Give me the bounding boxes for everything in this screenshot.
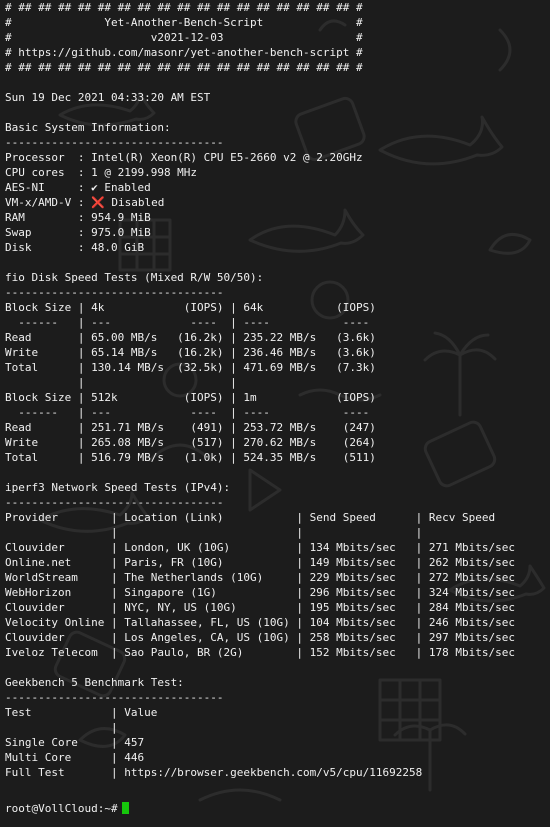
- section-title-geekbench: Geekbench 5 Benchmark Test:: [5, 676, 184, 689]
- geekbench-table-spacer: |: [5, 721, 118, 734]
- fio-table-spacer: | |: [5, 376, 237, 389]
- iperf-table-spacer: | | |: [5, 526, 423, 539]
- iperf-table-row: Iveloz Telecom | Sao Paulo, BR (2G) | 15…: [5, 646, 515, 659]
- section-title-fio: fio Disk Speed Tests (Mixed R/W 50/50):: [5, 271, 264, 284]
- ram-line: RAM : 954.9 MiB: [5, 211, 151, 224]
- processor-line: Processor : Intel(R) Xeon(R) CPU E5-2660…: [5, 151, 363, 164]
- fio-table-row: Write | 265.08 MB/s (517) | 270.62 MB/s …: [5, 436, 376, 449]
- disk-line: Disk : 48.0 GiB: [5, 241, 145, 254]
- separator-line: ---------------------------------: [5, 496, 224, 509]
- iperf-table-row: Online.net | Paris, FR (10G) | 149 Mbits…: [5, 556, 515, 569]
- vmx-line: VM-x/AMD-V : ❌ Disabled: [5, 196, 165, 209]
- separator-line: ---------------------------------: [5, 286, 224, 299]
- terminal-line: # https://github.com/masonr/yet-another-…: [5, 46, 363, 59]
- iperf-table-row: WorldStream | The Netherlands (10G) | 22…: [5, 571, 515, 584]
- geekbench-table-row: Multi Core | 446: [5, 751, 145, 764]
- aes-ni-line: AES-NI : ✔ Enabled: [5, 181, 151, 194]
- separator-line: ---------------------------------: [5, 136, 224, 149]
- iperf-table-row: Clouvider | NYC, NY, US (10G) | 195 Mbit…: [5, 601, 515, 614]
- fio-table-row: Total | 516.79 MB/s (1.0k) | 524.35 MB/s…: [5, 451, 376, 464]
- iperf-table-row: WebHorizon | Singapore (1G) | 296 Mbits/…: [5, 586, 515, 599]
- terminal-line: # Yet-Another-Bench-Script #: [5, 16, 363, 29]
- terminal-line: # ## ## ## ## ## ## ## ## ## ## ## ## ##…: [5, 61, 363, 74]
- geekbench-table-row: Single Core | 457: [5, 736, 145, 749]
- shell-prompt-line[interactable]: root@VollCloud:~#: [5, 801, 515, 816]
- terminal-window[interactable]: # ## ## ## ## ## ## ## ## ## ## ## ## ##…: [0, 0, 550, 827]
- fio-table-rule: ------ | --- ---- | ---- ----: [5, 316, 370, 329]
- date-line: Sun 19 Dec 2021 04:33:20 AM EST: [5, 91, 211, 104]
- iperf-table-row: Clouvider | London, UK (10G) | 134 Mbits…: [5, 541, 515, 554]
- separator-line: ---------------------------------: [5, 691, 224, 704]
- section-title-system-info: Basic System Information:: [5, 121, 171, 134]
- geekbench-table-header: Test | Value: [5, 706, 158, 719]
- fio-table-header: Block Size | 512k (IOPS) | 1m (IOPS): [5, 391, 376, 404]
- fio-table-header: Block Size | 4k (IOPS) | 64k (IOPS): [5, 301, 376, 314]
- fio-table-rule: ------ | --- ---- | ---- ----: [5, 406, 370, 419]
- fio-table-row: Read | 251.71 MB/s (491) | 253.72 MB/s (…: [5, 421, 376, 434]
- cpu-cores-line: CPU cores : 1 @ 2199.998 MHz: [5, 166, 198, 179]
- terminal-line: # v2021-12-03 #: [5, 31, 363, 44]
- terminal-output: # ## ## ## ## ## ## ## ## ## ## ## ## ##…: [5, 0, 515, 816]
- fio-table-row: Write | 65.14 MB/s (16.2k) | 236.46 MB/s…: [5, 346, 376, 359]
- shell-prompt: root@VollCloud:~#: [5, 802, 118, 815]
- swap-line: Swap : 975.0 MiB: [5, 226, 151, 239]
- fio-table-row: Read | 65.00 MB/s (16.2k) | 235.22 MB/s …: [5, 331, 376, 344]
- fio-table-row: Total | 130.14 MB/s (32.5k) | 471.69 MB/…: [5, 361, 376, 374]
- iperf-table-row: Velocity Online | Tallahassee, FL, US (1…: [5, 616, 515, 629]
- iperf-table-row: Clouvider | Los Angeles, CA, US (10G) | …: [5, 631, 515, 644]
- geekbench-full-test-link[interactable]: Full Test | https://browser.geekbench.co…: [5, 765, 515, 780]
- terminal-line: # ## ## ## ## ## ## ## ## ## ## ## ## ##…: [5, 1, 363, 14]
- iperf-table-header: Provider | Location (Link) | Send Speed …: [5, 511, 496, 524]
- cursor-block: [121, 802, 129, 814]
- section-title-iperf3: iperf3 Network Speed Tests (IPv4):: [5, 481, 231, 494]
